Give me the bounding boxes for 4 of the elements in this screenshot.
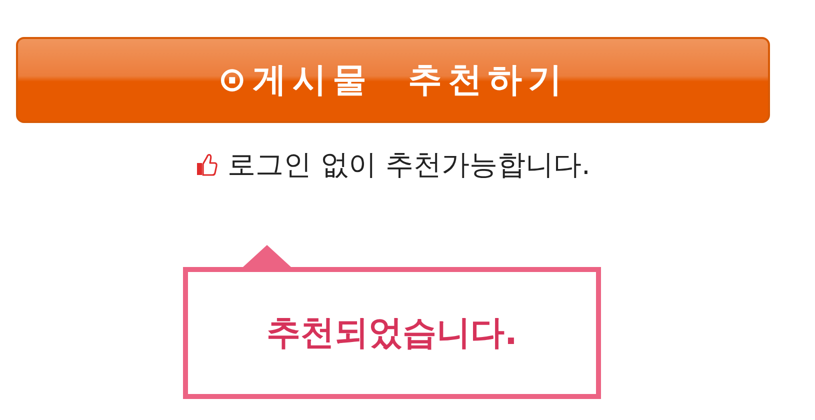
recommend-button[interactable]: ⊙게시물 추천하기: [16, 37, 770, 123]
notice-text: 로그인 없이 추천가능합니다.: [228, 147, 590, 183]
thumbs-up-icon: [196, 153, 218, 177]
message-text: 추천되었습니다.: [266, 312, 518, 355]
